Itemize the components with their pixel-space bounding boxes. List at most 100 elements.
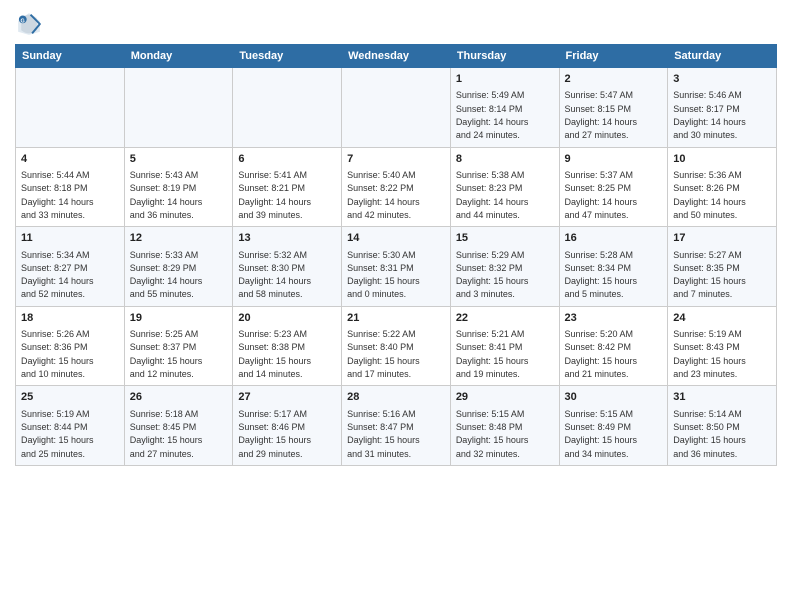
day-detail: Sunrise: 5:36 AM Sunset: 8:26 PM Dayligh… xyxy=(673,170,746,220)
day-detail: Sunrise: 5:37 AM Sunset: 8:25 PM Dayligh… xyxy=(565,170,638,220)
calendar-cell: 31 Sunrise: 5:14 AM Sunset: 8:50 PM Dayli… xyxy=(668,386,777,466)
day-number: 18 xyxy=(21,311,119,326)
day-number: 11 xyxy=(21,231,119,246)
day-detail: Sunrise: 5:14 AM Sunset: 8:50 PM Dayligh… xyxy=(673,409,746,459)
day-number: 2 xyxy=(565,72,663,87)
day-detail: Sunrise: 5:47 AM Sunset: 8:15 PM Dayligh… xyxy=(565,90,638,140)
day-detail: Sunrise: 5:40 AM Sunset: 8:22 PM Dayligh… xyxy=(347,170,420,220)
day-detail: Sunrise: 5:17 AM Sunset: 8:46 PM Dayligh… xyxy=(238,409,311,459)
day-detail: Sunrise: 5:15 AM Sunset: 8:49 PM Dayligh… xyxy=(565,409,638,459)
day-detail: Sunrise: 5:19 AM Sunset: 8:43 PM Dayligh… xyxy=(673,329,746,379)
calendar-cell: 30 Sunrise: 5:15 AM Sunset: 8:49 PM Dayli… xyxy=(559,386,668,466)
day-number: 7 xyxy=(347,152,445,167)
day-detail: Sunrise: 5:22 AM Sunset: 8:40 PM Dayligh… xyxy=(347,329,420,379)
day-number: 16 xyxy=(565,231,663,246)
calendar-cell: 23 Sunrise: 5:20 AM Sunset: 8:42 PM Dayli… xyxy=(559,306,668,386)
calendar-cell xyxy=(342,68,451,148)
day-number: 1 xyxy=(456,72,554,87)
day-detail: Sunrise: 5:46 AM Sunset: 8:17 PM Dayligh… xyxy=(673,90,746,140)
day-number: 3 xyxy=(673,72,771,87)
day-number: 5 xyxy=(130,152,228,167)
day-detail: Sunrise: 5:16 AM Sunset: 8:47 PM Dayligh… xyxy=(347,409,420,459)
day-detail: Sunrise: 5:41 AM Sunset: 8:21 PM Dayligh… xyxy=(238,170,311,220)
day-detail: Sunrise: 5:32 AM Sunset: 8:30 PM Dayligh… xyxy=(238,250,311,300)
day-number: 8 xyxy=(456,152,554,167)
day-number: 26 xyxy=(130,390,228,405)
calendar-table: SundayMondayTuesdayWednesdayThursdayFrid… xyxy=(15,44,777,466)
calendar-cell: 15 Sunrise: 5:29 AM Sunset: 8:32 PM Dayli… xyxy=(450,227,559,307)
day-number: 23 xyxy=(565,311,663,326)
day-number: 17 xyxy=(673,231,771,246)
day-number: 12 xyxy=(130,231,228,246)
header: G xyxy=(15,10,777,38)
calendar-cell: 12 Sunrise: 5:33 AM Sunset: 8:29 PM Dayli… xyxy=(124,227,233,307)
week-row-5: 25Sunrise: 5:19 AM Sunset: 8:44 PM Dayli… xyxy=(16,386,777,466)
day-detail: Sunrise: 5:20 AM Sunset: 8:42 PM Dayligh… xyxy=(565,329,638,379)
calendar-cell: 14 Sunrise: 5:30 AM Sunset: 8:31 PM Dayli… xyxy=(342,227,451,307)
day-detail: Sunrise: 5:27 AM Sunset: 8:35 PM Dayligh… xyxy=(673,250,746,300)
calendar-cell: 19 Sunrise: 5:25 AM Sunset: 8:37 PM Dayli… xyxy=(124,306,233,386)
calendar-cell: 16 Sunrise: 5:28 AM Sunset: 8:34 PM Dayli… xyxy=(559,227,668,307)
calendar-cell: 2 Sunrise: 5:47 AM Sunset: 8:15 PM Daylig… xyxy=(559,68,668,148)
day-detail: Sunrise: 5:26 AM Sunset: 8:36 PM Dayligh… xyxy=(21,329,94,379)
day-detail: Sunrise: 5:19 AM Sunset: 8:44 PM Dayligh… xyxy=(21,409,94,459)
day-detail: Sunrise: 5:38 AM Sunset: 8:23 PM Dayligh… xyxy=(456,170,529,220)
calendar-cell xyxy=(124,68,233,148)
calendar-cell: 21 Sunrise: 5:22 AM Sunset: 8:40 PM Dayli… xyxy=(342,306,451,386)
day-number: 28 xyxy=(347,390,445,405)
calendar-cell: 3 Sunrise: 5:46 AM Sunset: 8:17 PM Daylig… xyxy=(668,68,777,148)
calendar-cell: 29Sunrise: 5:15 AM Sunset: 8:48 PM Dayli… xyxy=(450,386,559,466)
day-detail: Sunrise: 5:21 AM Sunset: 8:41 PM Dayligh… xyxy=(456,329,529,379)
week-row-3: 11 Sunrise: 5:34 AM Sunset: 8:27 PM Dayli… xyxy=(16,227,777,307)
calendar-cell: 4 Sunrise: 5:44 AM Sunset: 8:18 PM Daylig… xyxy=(16,147,125,227)
logo-icon: G xyxy=(15,10,43,38)
day-detail: Sunrise: 5:49 AM Sunset: 8:14 PM Dayligh… xyxy=(456,90,529,140)
day-number: 30 xyxy=(565,390,663,405)
day-number: 19 xyxy=(130,311,228,326)
day-number: 21 xyxy=(347,311,445,326)
calendar-cell: 6Sunrise: 5:41 AM Sunset: 8:21 PM Daylig… xyxy=(233,147,342,227)
calendar-cell: 28 Sunrise: 5:16 AM Sunset: 8:47 PM Dayli… xyxy=(342,386,451,466)
calendar-cell: 8 Sunrise: 5:38 AM Sunset: 8:23 PM Daylig… xyxy=(450,147,559,227)
day-detail: Sunrise: 5:44 AM Sunset: 8:18 PM Dayligh… xyxy=(21,170,94,220)
page: G SundayMondayTuesdayWednesdayThursdayFr… xyxy=(0,0,792,612)
day-detail: Sunrise: 5:34 AM Sunset: 8:27 PM Dayligh… xyxy=(21,250,94,300)
day-detail: Sunrise: 5:43 AM Sunset: 8:19 PM Dayligh… xyxy=(130,170,203,220)
calendar-cell: 17 Sunrise: 5:27 AM Sunset: 8:35 PM Dayli… xyxy=(668,227,777,307)
day-number: 9 xyxy=(565,152,663,167)
day-detail: Sunrise: 5:25 AM Sunset: 8:37 PM Dayligh… xyxy=(130,329,203,379)
day-number: 24 xyxy=(673,311,771,326)
day-number: 27 xyxy=(238,390,336,405)
calendar-cell: 5 Sunrise: 5:43 AM Sunset: 8:19 PM Daylig… xyxy=(124,147,233,227)
calendar-cell: 20Sunrise: 5:23 AM Sunset: 8:38 PM Dayli… xyxy=(233,306,342,386)
day-number: 10 xyxy=(673,152,771,167)
weekday-header-thursday: Thursday xyxy=(450,45,559,68)
day-detail: Sunrise: 5:28 AM Sunset: 8:34 PM Dayligh… xyxy=(565,250,638,300)
day-number: 15 xyxy=(456,231,554,246)
calendar-cell: 1 Sunrise: 5:49 AM Sunset: 8:14 PM Daylig… xyxy=(450,68,559,148)
calendar-cell: 11 Sunrise: 5:34 AM Sunset: 8:27 PM Dayli… xyxy=(16,227,125,307)
calendar-cell: 24 Sunrise: 5:19 AM Sunset: 8:43 PM Dayli… xyxy=(668,306,777,386)
weekday-header-row: SundayMondayTuesdayWednesdayThursdayFrid… xyxy=(16,45,777,68)
calendar-cell: 22 Sunrise: 5:21 AM Sunset: 8:41 PM Dayli… xyxy=(450,306,559,386)
day-detail: Sunrise: 5:30 AM Sunset: 8:31 PM Dayligh… xyxy=(347,250,420,300)
week-row-4: 18 Sunrise: 5:26 AM Sunset: 8:36 PM Dayli… xyxy=(16,306,777,386)
weekday-header-friday: Friday xyxy=(559,45,668,68)
day-number: 29 xyxy=(456,390,554,405)
day-detail: Sunrise: 5:23 AM Sunset: 8:38 PM Dayligh… xyxy=(238,329,311,379)
logo: G xyxy=(15,10,47,38)
week-row-1: 1 Sunrise: 5:49 AM Sunset: 8:14 PM Daylig… xyxy=(16,68,777,148)
day-number: 22 xyxy=(456,311,554,326)
calendar-cell: 13Sunrise: 5:32 AM Sunset: 8:30 PM Dayli… xyxy=(233,227,342,307)
day-number: 31 xyxy=(673,390,771,405)
calendar-cell: 9 Sunrise: 5:37 AM Sunset: 8:25 PM Daylig… xyxy=(559,147,668,227)
calendar-cell: 18 Sunrise: 5:26 AM Sunset: 8:36 PM Dayli… xyxy=(16,306,125,386)
day-detail: Sunrise: 5:18 AM Sunset: 8:45 PM Dayligh… xyxy=(130,409,203,459)
day-detail: Sunrise: 5:29 AM Sunset: 8:32 PM Dayligh… xyxy=(456,250,529,300)
calendar-cell: 27 Sunrise: 5:17 AM Sunset: 8:46 PM Dayli… xyxy=(233,386,342,466)
day-number: 4 xyxy=(21,152,119,167)
day-number: 14 xyxy=(347,231,445,246)
day-detail: Sunrise: 5:33 AM Sunset: 8:29 PM Dayligh… xyxy=(130,250,203,300)
week-row-2: 4 Sunrise: 5:44 AM Sunset: 8:18 PM Daylig… xyxy=(16,147,777,227)
weekday-header-saturday: Saturday xyxy=(668,45,777,68)
